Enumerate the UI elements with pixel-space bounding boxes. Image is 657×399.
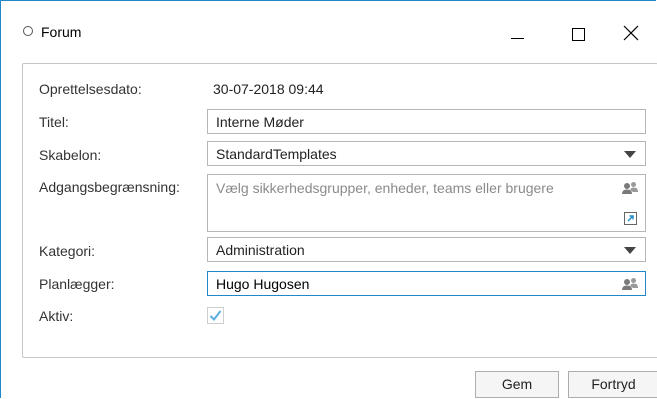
active-checkbox[interactable] — [207, 307, 224, 324]
title-input[interactable]: Interne Møder — [207, 109, 646, 134]
people-picker-icon[interactable] — [621, 277, 639, 291]
window-title: Forum — [41, 24, 82, 40]
access-restriction-label: Adgangsbegrænsning: — [39, 179, 180, 195]
expand-icon[interactable] — [624, 212, 637, 225]
window-icon — [23, 26, 33, 36]
close-icon — [623, 25, 639, 41]
planner-input-value: Hugo Hugosen — [216, 276, 310, 292]
chevron-down-icon — [624, 247, 636, 254]
cancel-button[interactable]: Fortryd — [568, 371, 657, 398]
forum-dialog: Forum Oprettelsesdato: 30-07-2018 09:44 … — [0, 0, 657, 398]
created-date-label: Oprettelsesdato: — [39, 81, 142, 97]
category-select-value: Administration — [216, 242, 305, 258]
template-label: Skabelon: — [39, 147, 102, 163]
chevron-down-icon — [624, 151, 636, 158]
planner-label: Planlægger: — [39, 276, 115, 292]
planner-input[interactable]: Hugo Hugosen — [207, 271, 646, 296]
access-restriction-field[interactable]: Vælg sikkerhedsgrupper, enheder, teams e… — [207, 174, 646, 232]
checkmark-icon — [209, 310, 222, 322]
category-select[interactable]: Administration — [207, 237, 646, 262]
created-date-value: 30-07-2018 09:44 — [213, 81, 324, 97]
people-picker-icon[interactable] — [621, 181, 639, 195]
save-button[interactable]: Gem — [475, 371, 559, 398]
active-label: Aktiv: — [39, 308, 74, 324]
close-button[interactable] — [607, 15, 653, 47]
minimize-button[interactable] — [494, 15, 540, 47]
title-label: Titel: — [39, 114, 69, 130]
template-select[interactable]: StandardTemplates — [207, 141, 646, 166]
access-restriction-placeholder: Vælg sikkerhedsgrupper, enheder, teams e… — [216, 180, 554, 196]
title-bar: Forum — [1, 1, 657, 47]
template-select-value: StandardTemplates — [216, 146, 337, 162]
maximize-icon — [572, 28, 585, 41]
category-label: Kategori: — [39, 243, 96, 259]
minimize-icon — [511, 38, 524, 39]
maximize-button[interactable] — [554, 15, 600, 47]
title-input-value: Interne Møder — [216, 114, 304, 130]
